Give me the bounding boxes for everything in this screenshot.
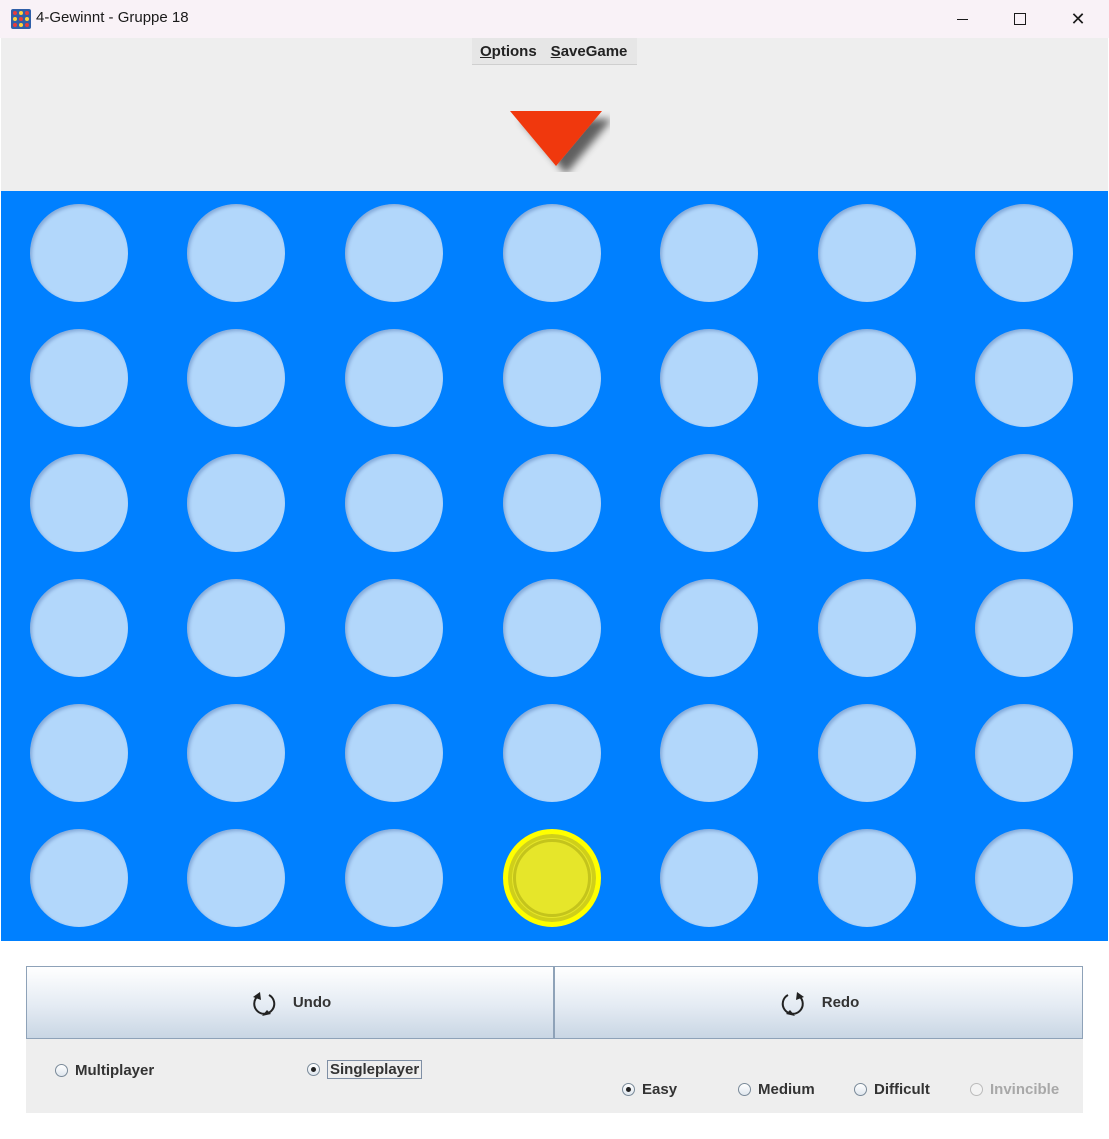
cell-empty[interactable] <box>818 204 916 302</box>
cell-empty[interactable] <box>345 454 443 552</box>
cell-empty[interactable] <box>345 704 443 802</box>
cell-empty[interactable] <box>660 454 758 552</box>
cell-empty[interactable] <box>30 204 128 302</box>
drop-arrow-icon <box>510 111 602 166</box>
radio-difficult-circle[interactable] <box>854 1083 867 1096</box>
cell-empty[interactable] <box>503 204 601 302</box>
menu-options[interactable]: Options <box>480 43 537 60</box>
cell-empty[interactable] <box>975 829 1073 927</box>
radio-invincible: Invincible <box>970 1081 1059 1098</box>
undo-label: Undo <box>292 994 332 1011</box>
cell-empty[interactable] <box>503 329 601 427</box>
cell-empty[interactable] <box>187 329 285 427</box>
maximize-button[interactable] <box>991 0 1049 38</box>
redo-label: Redo <box>821 994 860 1011</box>
game-board[interactable] <box>1 191 1108 941</box>
cell-empty[interactable] <box>30 829 128 927</box>
app-icon <box>11 9 31 29</box>
cell-empty[interactable] <box>187 704 285 802</box>
cell-empty[interactable] <box>818 579 916 677</box>
cell-empty[interactable] <box>975 329 1073 427</box>
radio-easy[interactable]: Easy <box>622 1081 677 1098</box>
cell-empty[interactable] <box>503 454 601 552</box>
radio-multiplayer[interactable]: Multiplayer <box>55 1062 154 1079</box>
cell-empty[interactable] <box>818 329 916 427</box>
cell-empty[interactable] <box>345 204 443 302</box>
redo-button[interactable]: Redo <box>554 966 1083 1039</box>
radio-multiplayer-circle[interactable] <box>55 1064 68 1077</box>
redo-arrow-icon <box>781 991 804 1016</box>
radio-difficult-label: Difficult <box>874 1081 930 1098</box>
cell-empty[interactable] <box>975 454 1073 552</box>
cell-yellow-disc[interactable] <box>503 829 601 927</box>
close-icon: ✕ <box>1070 8 1086 30</box>
radio-medium[interactable]: Medium <box>738 1081 815 1098</box>
cell-empty[interactable] <box>818 704 916 802</box>
undo-arrow-icon <box>252 991 276 1016</box>
cell-empty[interactable] <box>30 329 128 427</box>
radio-invincible-circle <box>970 1083 983 1096</box>
drop-zone[interactable]: Options SaveGame <box>1 38 1108 191</box>
radio-multiplayer-label: Multiplayer <box>75 1062 155 1079</box>
cell-empty[interactable] <box>818 829 916 927</box>
cell-empty[interactable] <box>30 454 128 552</box>
control-panel: Undo Redo Multiplayer Singleplayer Easy … <box>26 966 1083 1113</box>
radio-singleplayer[interactable]: Singleplayer <box>307 1060 423 1079</box>
cell-empty[interactable] <box>975 204 1073 302</box>
window-title: 4-Gewinnt - Gruppe 18 <box>36 9 189 26</box>
close-button[interactable]: ✕ <box>1049 0 1107 38</box>
cell-empty[interactable] <box>660 579 758 677</box>
cell-empty[interactable] <box>660 704 758 802</box>
cell-empty[interactable] <box>187 579 285 677</box>
cell-empty[interactable] <box>187 204 285 302</box>
cell-empty[interactable] <box>975 579 1073 677</box>
cell-empty[interactable] <box>345 329 443 427</box>
minimize-button[interactable] <box>933 0 991 38</box>
radio-singleplayer-circle[interactable] <box>307 1063 320 1076</box>
undo-button[interactable]: Undo <box>26 966 554 1039</box>
menu-bar: Options SaveGame <box>472 38 637 65</box>
cell-empty[interactable] <box>975 704 1073 802</box>
cell-empty[interactable] <box>503 579 601 677</box>
cell-empty[interactable] <box>503 704 601 802</box>
minimize-icon <box>956 18 968 20</box>
cell-empty[interactable] <box>30 704 128 802</box>
cell-empty[interactable] <box>660 329 758 427</box>
radio-difficult[interactable]: Difficult <box>854 1081 930 1098</box>
cell-empty[interactable] <box>660 204 758 302</box>
radio-medium-label: Medium <box>758 1081 815 1098</box>
menu-savegame[interactable]: SaveGame <box>551 43 628 60</box>
radio-easy-circle[interactable] <box>622 1083 635 1096</box>
cell-empty[interactable] <box>818 454 916 552</box>
cell-empty[interactable] <box>187 829 285 927</box>
cell-empty[interactable] <box>187 454 285 552</box>
cell-empty[interactable] <box>345 579 443 677</box>
radio-easy-label: Easy <box>642 1081 678 1098</box>
radio-medium-circle[interactable] <box>738 1083 751 1096</box>
radio-invincible-label: Invincible <box>990 1081 1060 1098</box>
cell-empty[interactable] <box>30 579 128 677</box>
title-bar: 4-Gewinnt - Gruppe 18 ✕ <box>0 0 1109 38</box>
maximize-icon <box>1014 13 1026 25</box>
cell-empty[interactable] <box>345 829 443 927</box>
radio-singleplayer-label: Singleplayer <box>327 1060 423 1079</box>
cell-empty[interactable] <box>660 829 758 927</box>
